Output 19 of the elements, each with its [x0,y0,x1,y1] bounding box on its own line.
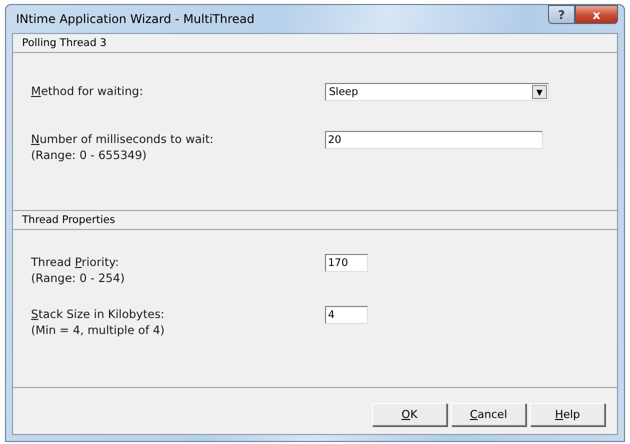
range-hint: (Range: 0 - 655349) [31,147,148,163]
range-hint: (Min = 4, multiple of 4) [31,322,166,338]
input-field[interactable]: 170 [325,254,368,272]
section-header: Polling Thread 3 [22,37,107,49]
dropdown[interactable]: Sleep ▼ [325,83,549,101]
dialog-button[interactable]: Help [530,403,605,426]
field-label: Stack Size in Kilobytes: [31,306,166,322]
close-button[interactable]: x [575,5,618,24]
help-button[interactable]: ? [548,5,575,24]
field-label: Method for waiting: [31,83,144,99]
input-field[interactable]: 4 [325,306,368,324]
field-label: Thread Priority: [31,254,120,270]
input-field[interactable]: 20 [325,131,543,149]
section-header: Thread Properties [22,214,116,226]
dialog-button[interactable]: OK [372,403,447,426]
range-hint: (Range: 0 - 254) [31,270,126,286]
field-label: Number of milliseconds to wait: [31,131,214,147]
dialog-button[interactable]: Cancel [451,403,526,426]
window-title: INtime Application Wizard - MultiThread [15,12,254,26]
